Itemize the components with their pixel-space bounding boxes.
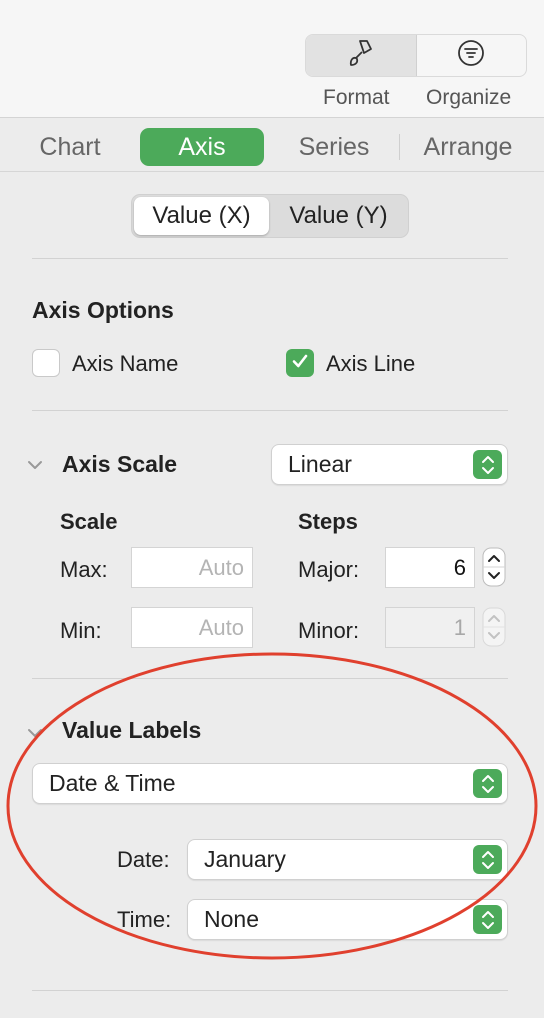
major-stepper[interactable] (482, 547, 506, 587)
updown-chevron-icon (473, 769, 502, 798)
organize-button[interactable] (417, 35, 527, 76)
value-labels-format-value: Date & Time (49, 770, 176, 796)
axis-selector[interactable]: Value (X) Value (Y) (131, 194, 409, 238)
tab-axis[interactable]: Axis (140, 128, 264, 166)
section-divider (32, 410, 508, 411)
axis-name-label: Axis Name (72, 351, 179, 376)
axis-option-value-y[interactable]: Value (Y) (271, 197, 406, 235)
format-label: Format (323, 86, 390, 109)
updown-chevron-icon (473, 845, 502, 874)
tab-divider (399, 134, 400, 160)
format-organize-toggle[interactable] (305, 34, 527, 77)
organize-label: Organize (426, 86, 512, 109)
minor-label: Minor: (298, 618, 360, 643)
value-labels-title: Value Labels (62, 717, 202, 743)
paintbrush-icon (347, 38, 375, 73)
max-input[interactable]: Auto (131, 547, 253, 588)
axis-scale-title: Axis Scale (62, 451, 178, 477)
axis-scale-popup[interactable]: Linear (271, 444, 508, 485)
axis-scale-value: Linear (288, 451, 352, 477)
major-input[interactable]: 6 (385, 547, 475, 588)
section-divider (32, 990, 508, 991)
format-button[interactable] (306, 35, 417, 76)
tab-arrange[interactable]: Arrange (410, 128, 526, 166)
max-label: Max: (60, 557, 108, 582)
date-label: Date: (117, 847, 170, 872)
min-input[interactable]: Auto (131, 607, 253, 648)
axis-options-title: Axis Options (32, 297, 174, 323)
time-format-popup[interactable]: None (187, 899, 508, 940)
section-divider (32, 678, 508, 679)
updown-chevron-icon (473, 450, 502, 479)
inspector-toolbar: Format Organize (0, 0, 544, 118)
updown-chevron-icon (473, 905, 502, 934)
minor-stepper (482, 607, 506, 647)
time-format-value: None (204, 906, 259, 932)
filter-lines-icon (456, 38, 486, 73)
inspector-tabs: Chart Axis Series Arrange (0, 120, 544, 172)
section-divider (32, 258, 508, 259)
axis-option-value-x[interactable]: Value (X) (134, 197, 269, 235)
tab-series[interactable]: Series (280, 128, 388, 166)
tab-chart[interactable]: Chart (20, 128, 120, 166)
value-labels-format-popup[interactable]: Date & Time (32, 763, 508, 804)
minor-input: 1 (385, 607, 475, 648)
axis-line-checkbox[interactable] (286, 349, 314, 377)
checkmark-icon (290, 351, 310, 376)
steps-header: Steps (298, 509, 358, 534)
major-label: Major: (298, 557, 360, 582)
date-format-value: January (204, 846, 286, 872)
scale-header: Scale (60, 509, 118, 534)
axis-name-checkbox[interactable] (32, 349, 60, 377)
chevron-down-icon[interactable] (26, 456, 44, 474)
min-label: Min: (60, 618, 102, 643)
chevron-down-icon[interactable] (26, 724, 44, 742)
axis-line-label: Axis Line (326, 351, 416, 376)
time-label: Time: (117, 907, 172, 932)
date-format-popup[interactable]: January (187, 839, 508, 880)
